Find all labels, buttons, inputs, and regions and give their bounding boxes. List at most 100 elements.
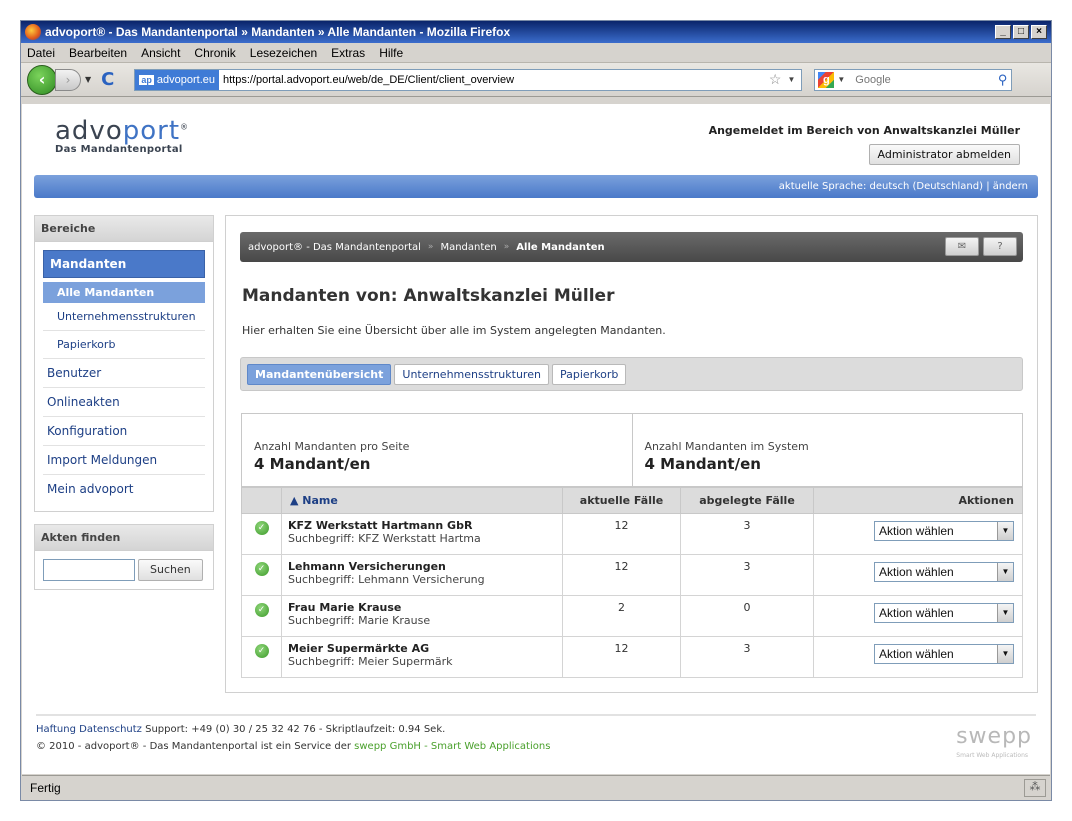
sidebar-item-onlineakten[interactable]: Onlineakten (43, 388, 205, 417)
breadcrumb-separator-icon: » (503, 242, 510, 252)
client-name[interactable]: KFZ Werkstatt Hartmann GbR (288, 519, 562, 532)
stat-in-system: Anzahl Mandanten im System 4 Mandant/en (631, 414, 1023, 486)
url-bar[interactable]: ap advoport.eu https://portal.advoport.eu… (134, 68, 803, 91)
menu-chronik[interactable]: Chronik (194, 46, 235, 60)
footer-support: Support: +49 (0) 30 / 25 32 42 76 - Skri… (145, 724, 446, 735)
active-status-icon: ✓ (254, 562, 269, 576)
footer-partner-link[interactable]: swepp GmbH - Smart Web Applications (354, 741, 550, 752)
archived-cases: 3 (680, 554, 814, 596)
sidebar-item-alle-mandanten[interactable]: Alle Mandanten (43, 282, 205, 303)
active-status-icon: ✓ (254, 521, 269, 535)
url-text[interactable]: https://portal.advoport.eu/web/de_DE/Cli… (223, 74, 769, 86)
site-identity-icon: ap (139, 74, 154, 85)
chevron-down-icon[interactable]: ▼ (997, 563, 1013, 581)
sidebar-item-mein-advoport[interactable]: Mein advoport (43, 475, 205, 503)
resize-grip-icon[interactable]: ⁂ (1024, 779, 1046, 797)
menu-ansicht[interactable]: Ansicht (141, 46, 180, 60)
sidebar-item-import-meldungen[interactable]: Import Meldungen (43, 446, 205, 475)
sidebar-item-konfiguration[interactable]: Konfiguration (43, 417, 205, 446)
tab-mandantenuebersicht[interactable]: Mandantenübersicht (247, 363, 392, 385)
breadcrumb-home[interactable]: advoport® - Das Mandantenportal (248, 242, 421, 253)
table-row: ✓ Lehmann Versicherungen Suchbegriff: Leh… (241, 554, 1023, 596)
menu-datei[interactable]: Datei (27, 46, 55, 60)
action-select[interactable]: Aktion wählen ▼ (874, 603, 1014, 623)
current-cases: 12 (562, 636, 681, 678)
logo-subtitle: Das Mandantenportal (55, 144, 183, 155)
forward-arrow-icon[interactable]: › (55, 68, 81, 91)
breadcrumb-current: Alle Mandanten (516, 241, 605, 253)
chevron-down-icon[interactable]: ▼ (997, 604, 1013, 622)
url-dropdown-icon[interactable]: ▼ (787, 75, 795, 84)
footer-link-datenschutz[interactable]: Datenschutz (79, 724, 142, 735)
stats-panel: Anzahl Mandanten pro Seite 4 Mandant/en … (241, 413, 1023, 487)
back-arrow-icon[interactable]: ‹ (27, 64, 57, 95)
footer-link-haftung[interactable]: Haftung (36, 724, 76, 735)
reload-icon[interactable]: C (101, 69, 114, 90)
chevron-down-icon[interactable]: ▼ (997, 522, 1013, 540)
active-status-icon: ✓ (254, 603, 269, 617)
history-dropdown-icon[interactable]: ▼ (85, 75, 91, 84)
tab-papierkorb[interactable]: Papierkorb (551, 363, 627, 385)
page-viewport: advoport® Das Mandantenportal Angemeldet… (22, 104, 1050, 774)
find-button[interactable]: Suchen (138, 559, 203, 581)
language-bar[interactable]: aktuelle Sprache: deutsch (Deutschland) … (34, 175, 1038, 198)
help-icon[interactable]: ? (983, 237, 1017, 256)
advoport-logo[interactable]: advoport® Das Mandantenportal (55, 116, 189, 155)
sidebar-item-papierkorb[interactable]: Papierkorb (43, 331, 205, 359)
table-row: ✓ Meier Supermärkte AG Suchbegriff: Meier… (241, 636, 1023, 678)
search-placeholder[interactable]: Google (855, 74, 998, 86)
google-icon[interactable]: g (818, 71, 835, 88)
breadcrumb-separator-icon: » (427, 242, 434, 252)
action-select[interactable]: Aktion wählen ▼ (874, 644, 1014, 664)
status-text: Fertig (30, 780, 61, 795)
maximize-icon[interactable]: □ (1013, 25, 1029, 39)
magnifier-icon[interactable]: ⚲ (998, 72, 1008, 88)
logout-button[interactable]: Administrator abmelden (868, 144, 1020, 165)
sidebar-item-benutzer[interactable]: Benutzer (43, 359, 205, 388)
breadcrumb-mandanten[interactable]: Mandanten (440, 242, 496, 253)
minimize-icon[interactable]: _ (995, 25, 1011, 39)
client-search-term: Suchbegriff: Meier Supermärk (288, 655, 453, 668)
swepp-logo-subtitle: Smart Web Applications (956, 752, 1028, 759)
menu-bar: Datei Bearbeiten Ansicht Chronik Lesezei… (21, 43, 1051, 63)
archived-cases-header: abgelegte Fälle (680, 487, 814, 514)
action-select[interactable]: Aktion wählen ▼ (874, 562, 1014, 582)
menu-lesezeichen[interactable]: Lesezeichen (250, 46, 317, 60)
search-bar[interactable]: g ▼ Google ⚲ (814, 68, 1013, 91)
status-bar: Fertig ⁂ (22, 775, 1050, 799)
page-title: Mandanten von: Anwaltskanzlei Müller (242, 286, 615, 306)
close-icon[interactable]: × (1031, 25, 1047, 39)
firefox-icon (25, 24, 41, 40)
tab-bar: Mandantenübersicht Unternehmensstrukture… (240, 357, 1023, 391)
sidebar-section-mandanten[interactable]: Mandanten (43, 250, 205, 278)
breadcrumb: advoport® - Das Mandantenportal » Mandan… (240, 232, 1023, 262)
archived-cases: 0 (680, 595, 814, 637)
menu-extras[interactable]: Extras (331, 46, 365, 60)
menu-bearbeiten[interactable]: Bearbeiten (69, 46, 127, 60)
chevron-down-icon[interactable]: ▼ (997, 645, 1013, 663)
navigation-toolbar: ‹ › ▼ C ap advoport.eu https://portal.adv… (21, 63, 1051, 97)
client-table: ▲ Name aktuelle Fälle abgelegte Fälle Ak… (241, 487, 1023, 678)
login-info: Angemeldet im Bereich von Anwaltskanzlei… (709, 124, 1020, 165)
find-input[interactable] (43, 559, 135, 581)
find-box: Akten finden Suchen (34, 524, 214, 590)
window-title: advoport® - Das Mandantenportal » Mandan… (45, 25, 511, 39)
send-mail-icon[interactable]: ✉ (945, 237, 979, 256)
swepp-logo[interactable]: swepp (956, 724, 1032, 749)
search-engine-dropdown-icon[interactable]: ▼ (837, 75, 845, 84)
client-name[interactable]: Meier Supermärkte AG (288, 642, 562, 655)
browser-window: advoport® - Das Mandantenportal » Mandan… (20, 20, 1052, 801)
name-column-header[interactable]: ▲ Name (281, 487, 563, 514)
client-name[interactable]: Lehmann Versicherungen (288, 560, 562, 573)
footer: Haftung Datenschutz Support: +49 (0) 30 … (36, 714, 1036, 759)
tab-unternehmensstrukturen[interactable]: Unternehmensstrukturen (394, 363, 549, 385)
menu-hilfe[interactable]: Hilfe (379, 46, 403, 60)
current-cases: 12 (562, 513, 681, 555)
client-name[interactable]: Frau Marie Krause (288, 601, 562, 614)
status-column-header (241, 487, 282, 514)
action-select[interactable]: Aktion wählen ▼ (874, 521, 1014, 541)
bookmark-star-icon[interactable]: ☆ (769, 71, 782, 88)
sidebar-item-unternehmensstrukturen[interactable]: Unternehmensstrukturen (43, 303, 205, 331)
sidebar: Bereiche Mandanten Alle Mandanten Untern… (34, 215, 214, 602)
site-identity-badge[interactable]: ap advoport.eu (135, 69, 219, 90)
